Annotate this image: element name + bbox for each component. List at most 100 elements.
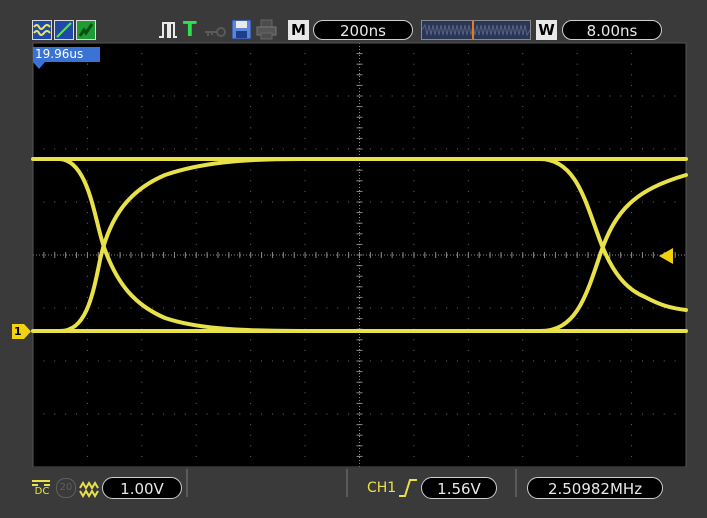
grid-dot xyxy=(326,307,328,309)
grid-dot xyxy=(119,307,121,309)
grid-dot xyxy=(43,413,45,415)
grid-dot xyxy=(424,201,426,203)
grid-dot xyxy=(587,307,589,309)
grid-dot xyxy=(467,434,469,436)
grid-dot xyxy=(576,222,578,224)
grid-dot xyxy=(304,424,306,426)
grid-dot xyxy=(544,413,546,415)
grid-dot xyxy=(413,402,415,404)
grid-dot xyxy=(369,360,371,362)
grid-dot xyxy=(119,360,121,362)
grid-dot xyxy=(576,265,578,267)
grid-dot xyxy=(500,95,502,97)
grid-dot xyxy=(522,148,524,150)
grid-dot xyxy=(250,106,252,108)
grid-dot xyxy=(217,307,219,309)
grid-dot xyxy=(195,53,197,55)
trigger-level-marker[interactable] xyxy=(659,248,673,264)
grid-dot xyxy=(141,286,143,288)
grid-dot xyxy=(467,148,469,150)
grid-dot xyxy=(304,402,306,404)
grid-dot xyxy=(141,434,143,436)
grid-dot xyxy=(195,84,197,86)
grid-dot xyxy=(315,148,317,150)
channel-scale[interactable]: 1.00V xyxy=(102,477,182,499)
grid-dot xyxy=(304,95,306,97)
grid-dot xyxy=(522,402,524,404)
grid-dot xyxy=(467,371,469,373)
grid-dot xyxy=(467,381,469,383)
grid-dot xyxy=(86,233,88,235)
grid-dot xyxy=(369,413,371,415)
grid-dot xyxy=(304,106,306,108)
grid-dot xyxy=(413,201,415,203)
grid-dot xyxy=(533,360,535,362)
grid-dot xyxy=(86,212,88,214)
grid-dot xyxy=(195,413,197,415)
grid-dot xyxy=(206,307,208,309)
grid-dot xyxy=(250,381,252,383)
grid-dot xyxy=(250,74,252,76)
trigger-delay-marker[interactable]: 19.96us xyxy=(33,47,100,62)
grid-dot xyxy=(391,148,393,150)
grid-dot xyxy=(195,339,197,341)
grid-dot xyxy=(141,307,143,309)
grid-dot xyxy=(467,296,469,298)
grid-dot xyxy=(293,148,295,150)
grid-dot xyxy=(141,339,143,341)
grid-dot xyxy=(663,148,665,150)
grid-dot xyxy=(250,243,252,245)
grid-dot xyxy=(467,424,469,426)
grid-dot xyxy=(261,201,263,203)
grid-dot xyxy=(652,201,654,203)
grid-dot xyxy=(206,95,208,97)
grid-dot xyxy=(489,307,491,309)
grid-dot xyxy=(152,95,154,97)
grid-dot xyxy=(195,137,197,139)
grid-dot xyxy=(130,413,132,415)
grid-dot xyxy=(217,148,219,150)
grid-dot xyxy=(467,222,469,224)
grid-dot xyxy=(119,413,121,415)
grid-dot xyxy=(141,106,143,108)
grid-dot xyxy=(467,201,469,203)
grid-dot xyxy=(76,307,78,309)
grid-dot xyxy=(163,360,165,362)
grid-dot xyxy=(620,201,622,203)
grid-dot xyxy=(250,413,252,415)
grid-dot xyxy=(293,360,295,362)
grid-dot xyxy=(108,95,110,97)
grid-dot xyxy=(282,201,284,203)
grid-dot xyxy=(163,307,165,309)
grid-dot xyxy=(413,127,415,129)
grid-dot xyxy=(522,137,524,139)
grid-dot xyxy=(435,413,437,415)
trigger-level[interactable]: 1.56V xyxy=(421,477,497,499)
grid-dot xyxy=(576,349,578,351)
grid-dot xyxy=(86,127,88,129)
grid-dot xyxy=(250,233,252,235)
grid-dot xyxy=(413,275,415,277)
grid-dot xyxy=(478,201,480,203)
grid-dot xyxy=(250,201,252,203)
grid-dot xyxy=(576,106,578,108)
grid-dot xyxy=(413,148,415,150)
grid-dot xyxy=(565,201,567,203)
rising-edge-icon xyxy=(398,478,418,498)
grid-dot xyxy=(554,148,556,150)
grid-dot xyxy=(467,53,469,55)
grid-dot xyxy=(108,148,110,150)
grid-dot xyxy=(631,424,633,426)
grid-dot xyxy=(631,265,633,267)
grid-dot xyxy=(86,392,88,394)
grid-dot xyxy=(141,371,143,373)
grid-dot xyxy=(141,455,143,457)
frequency-readout: 2.50982MHz xyxy=(527,477,663,499)
channel1-ground-marker[interactable]: 1 xyxy=(12,324,32,339)
grid-dot xyxy=(413,392,415,394)
grid-dot xyxy=(413,339,415,341)
grid-dot xyxy=(631,190,633,192)
grid-dot xyxy=(467,349,469,351)
grid-dot xyxy=(413,381,415,383)
grid-dot xyxy=(304,371,306,373)
